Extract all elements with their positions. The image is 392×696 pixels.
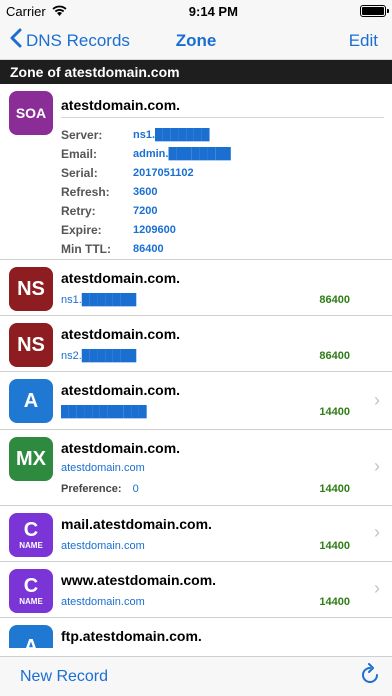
soa-field-value: ns1.███████: [133, 129, 210, 141]
cname-record-row[interactable]: C NAME www.atestdomain.com. atestdomain.…: [0, 562, 392, 618]
soa-field-value: 1209600: [133, 224, 176, 236]
record-value: atestdomain.com: [61, 540, 145, 552]
record-value: atestdomain.com: [61, 462, 145, 474]
soa-field-label: Retry:: [61, 204, 96, 218]
soa-field-label: Server:: [61, 128, 103, 142]
a-record-row[interactable]: A ftp.atestdomain.com.: [0, 618, 392, 648]
cname-badge: C NAME: [9, 569, 53, 613]
soa-field-value: 2017051102: [133, 167, 194, 179]
bottom-toolbar: New Record: [0, 656, 392, 696]
ns-record-row[interactable]: NS atestdomain.com. ns2.███████ 86400: [0, 316, 392, 372]
soa-field-value: admin.████████: [133, 148, 231, 160]
soa-badge: SOA: [9, 91, 53, 135]
ns-record-row[interactable]: NS atestdomain.com. ns1.███████ 86400: [0, 260, 392, 316]
preference-value: 0: [132, 483, 139, 495]
record-name: www.atestdomain.com.: [61, 572, 217, 588]
navigation-bar: DNS Records Zone Edit: [0, 22, 392, 60]
ns-badge: NS: [9, 267, 53, 311]
soa-field-value: 7200: [133, 205, 158, 217]
cname-badge: C NAME: [9, 513, 53, 557]
record-name: atestdomain.com.: [61, 270, 181, 286]
record-name: atestdomain.com.: [61, 382, 181, 398]
mx-record-row[interactable]: MX atestdomain.com. atestdomain.com Pref…: [0, 430, 392, 506]
records-list[interactable]: SOA atestdomain.com. Server: ns1.███████…: [0, 84, 392, 648]
soa-field-value: 3600: [133, 186, 158, 198]
battery-icon: [360, 5, 389, 17]
soa-field-label: Serial:: [61, 166, 98, 180]
cname-record-row[interactable]: C NAME mail.atestdomain.com. atestdomain…: [0, 506, 392, 562]
carrier-label: Carrier: [6, 3, 46, 19]
record-value: ███████████: [61, 406, 147, 418]
edit-button[interactable]: Edit: [349, 31, 384, 51]
chevron-right-icon: ›: [374, 456, 380, 476]
soa-details: Server: ns1.███████ Email: admin.███████…: [61, 128, 384, 256]
a-badge: A: [9, 379, 53, 423]
a-badge: A: [9, 625, 53, 648]
soa-field-label: Expire:: [61, 223, 102, 237]
refresh-icon[interactable]: [360, 663, 380, 690]
preference-label: Preference:: [61, 483, 122, 495]
record-name: mail.atestdomain.com.: [61, 516, 212, 532]
record-value: ns1.███████: [61, 294, 137, 306]
soa-field-label: Min TTL:: [61, 242, 111, 256]
record-value: ns2.███████: [61, 350, 137, 362]
chevron-right-icon: ›: [374, 522, 380, 542]
record-value: atestdomain.com: [61, 596, 145, 608]
record-ttl: 14400: [319, 540, 350, 552]
soa-record-name: atestdomain.com.: [61, 97, 384, 118]
a-record-row[interactable]: A atestdomain.com. ███████████ 14400 ›: [0, 372, 392, 430]
status-bar: Carrier 9:14 PM: [0, 0, 392, 22]
record-ttl: 14400: [319, 596, 350, 608]
back-button-label: DNS Records: [26, 30, 130, 50]
record-ttl: 14400: [319, 406, 350, 418]
record-ttl: 86400: [319, 294, 350, 306]
ns-badge: NS: [9, 323, 53, 367]
record-ttl: 86400: [319, 350, 350, 362]
record-name: atestdomain.com.: [61, 326, 181, 342]
mx-badge: MX: [9, 437, 53, 481]
back-button[interactable]: DNS Records: [10, 28, 130, 53]
section-header: Zone of atestdomain.com: [0, 60, 392, 84]
new-record-button[interactable]: New Record: [20, 668, 108, 686]
clock: 9:14 PM: [188, 3, 238, 19]
soa-field-label: Email:: [61, 147, 98, 161]
soa-record-row[interactable]: SOA atestdomain.com. Server: ns1.███████…: [0, 84, 392, 260]
chevron-right-icon: ›: [374, 390, 380, 410]
soa-field-label: Refresh:: [61, 185, 110, 199]
record-ttl: 14400: [319, 483, 350, 495]
chevron-right-icon: ›: [374, 578, 380, 598]
record-name: atestdomain.com.: [61, 440, 181, 456]
soa-field-value: 86400: [133, 243, 164, 255]
record-name: ftp.atestdomain.com.: [61, 628, 202, 644]
chevron-left-icon: [10, 28, 22, 53]
wifi-icon: [52, 4, 67, 19]
